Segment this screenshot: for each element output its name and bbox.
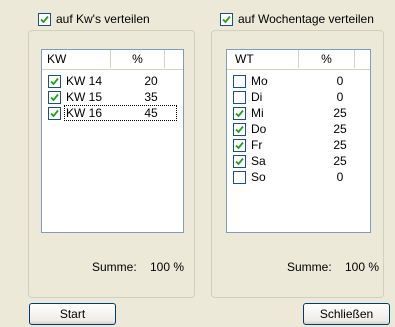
wt-row-label: So	[251, 170, 266, 184]
check-icon	[235, 125, 244, 134]
wt-row-label: Fr	[251, 138, 263, 152]
kw-distribute-checkbox[interactable]: auf Kw's verteilen	[38, 11, 150, 27]
wt-sum-value: 100 %	[345, 260, 380, 274]
wt-row-checkbox[interactable]	[233, 107, 246, 120]
wt-row-label: Mi	[251, 106, 264, 120]
kw-distribute-label: auf Kw's verteilen	[56, 12, 150, 26]
kw-row-checkbox[interactable]	[48, 75, 61, 88]
kw-list-header: KW %	[42, 50, 183, 70]
close-button[interactable]: Schließen	[303, 303, 390, 325]
wt-distribute-checkbox-box[interactable]	[220, 12, 233, 26]
kw-distribute-checkbox-box[interactable]	[38, 12, 51, 26]
wt-distribute-checkbox[interactable]: auf Wochentage verteilen	[220, 11, 374, 27]
check-icon	[50, 93, 59, 102]
check-icon	[40, 15, 49, 23]
kw-row-selected[interactable]: KW 16 45	[42, 105, 183, 121]
wt-row-value: 0	[336, 74, 344, 88]
wt-row-checkbox[interactable]	[233, 171, 246, 184]
wt-row-value: 25	[333, 154, 347, 168]
wt-percent-column-header[interactable]: %	[299, 50, 355, 68]
check-icon	[235, 109, 244, 118]
check-icon	[50, 77, 59, 86]
wt-row-value: 0	[336, 90, 344, 104]
wt-distribute-label: auf Wochentage verteilen	[238, 12, 374, 26]
wt-row-value: 25	[333, 138, 347, 152]
wt-row-label: Di	[251, 90, 263, 104]
kw-row-checkbox[interactable]	[48, 107, 61, 120]
dialog-window: auf Kw's verteilen KW % KW 14 20 KW 15 3…	[0, 0, 395, 327]
wt-row-checkbox[interactable]	[233, 139, 246, 152]
check-icon	[235, 157, 244, 166]
wt-row-checkbox[interactable]	[233, 155, 246, 168]
wt-row[interactable]: Di 0	[227, 89, 370, 105]
kw-sum-label: Summe:	[92, 260, 137, 274]
kw-list[interactable]: KW % KW 14 20 KW 15 35 KW 16 45	[41, 49, 184, 233]
wt-row-value: 0	[336, 170, 344, 184]
check-icon	[50, 109, 59, 118]
wt-row-checkbox[interactable]	[233, 91, 246, 104]
wt-row-label: Mo	[251, 74, 268, 88]
wt-list[interactable]: WT % Mo 0 Di 0 Mi 25 Do 25 Fr 25 Sa 25 S…	[226, 49, 371, 233]
kw-row-value: 35	[144, 90, 158, 104]
wt-row[interactable]: So 0	[227, 169, 370, 185]
wt-row-label: Sa	[251, 154, 266, 168]
wt-sum-label: Summe:	[287, 260, 332, 274]
kw-row[interactable]: KW 15 35	[42, 89, 183, 105]
kw-row-value: 20	[144, 74, 158, 88]
check-icon	[235, 141, 244, 150]
kw-row[interactable]: KW 14 20	[42, 73, 183, 89]
wt-column-header[interactable]: WT	[227, 50, 299, 68]
kw-row-label: KW 14	[66, 74, 103, 88]
check-icon	[222, 15, 231, 23]
wt-row-label: Do	[251, 122, 267, 136]
start-button[interactable]: Start	[29, 303, 116, 325]
wt-row[interactable]: Fr 25	[227, 137, 370, 153]
wt-row[interactable]: Do 25	[227, 121, 370, 137]
wt-row-checkbox[interactable]	[233, 123, 246, 136]
wt-list-header: WT %	[227, 50, 370, 70]
wt-row-value: 25	[333, 106, 347, 120]
wt-row[interactable]: Sa 25	[227, 153, 370, 169]
kw-row-checkbox[interactable]	[48, 91, 61, 104]
kw-percent-column-header[interactable]: %	[111, 50, 165, 68]
wt-row-checkbox[interactable]	[233, 75, 246, 88]
kw-row-label: KW 15	[66, 90, 103, 104]
wt-row-value: 25	[333, 122, 347, 136]
focus-rectangle	[64, 105, 177, 121]
wt-row[interactable]: Mi 25	[227, 105, 370, 121]
kw-column-header[interactable]: KW	[42, 50, 111, 68]
wt-row[interactable]: Mo 0	[227, 73, 370, 89]
kw-sum-value: 100 %	[150, 260, 185, 274]
